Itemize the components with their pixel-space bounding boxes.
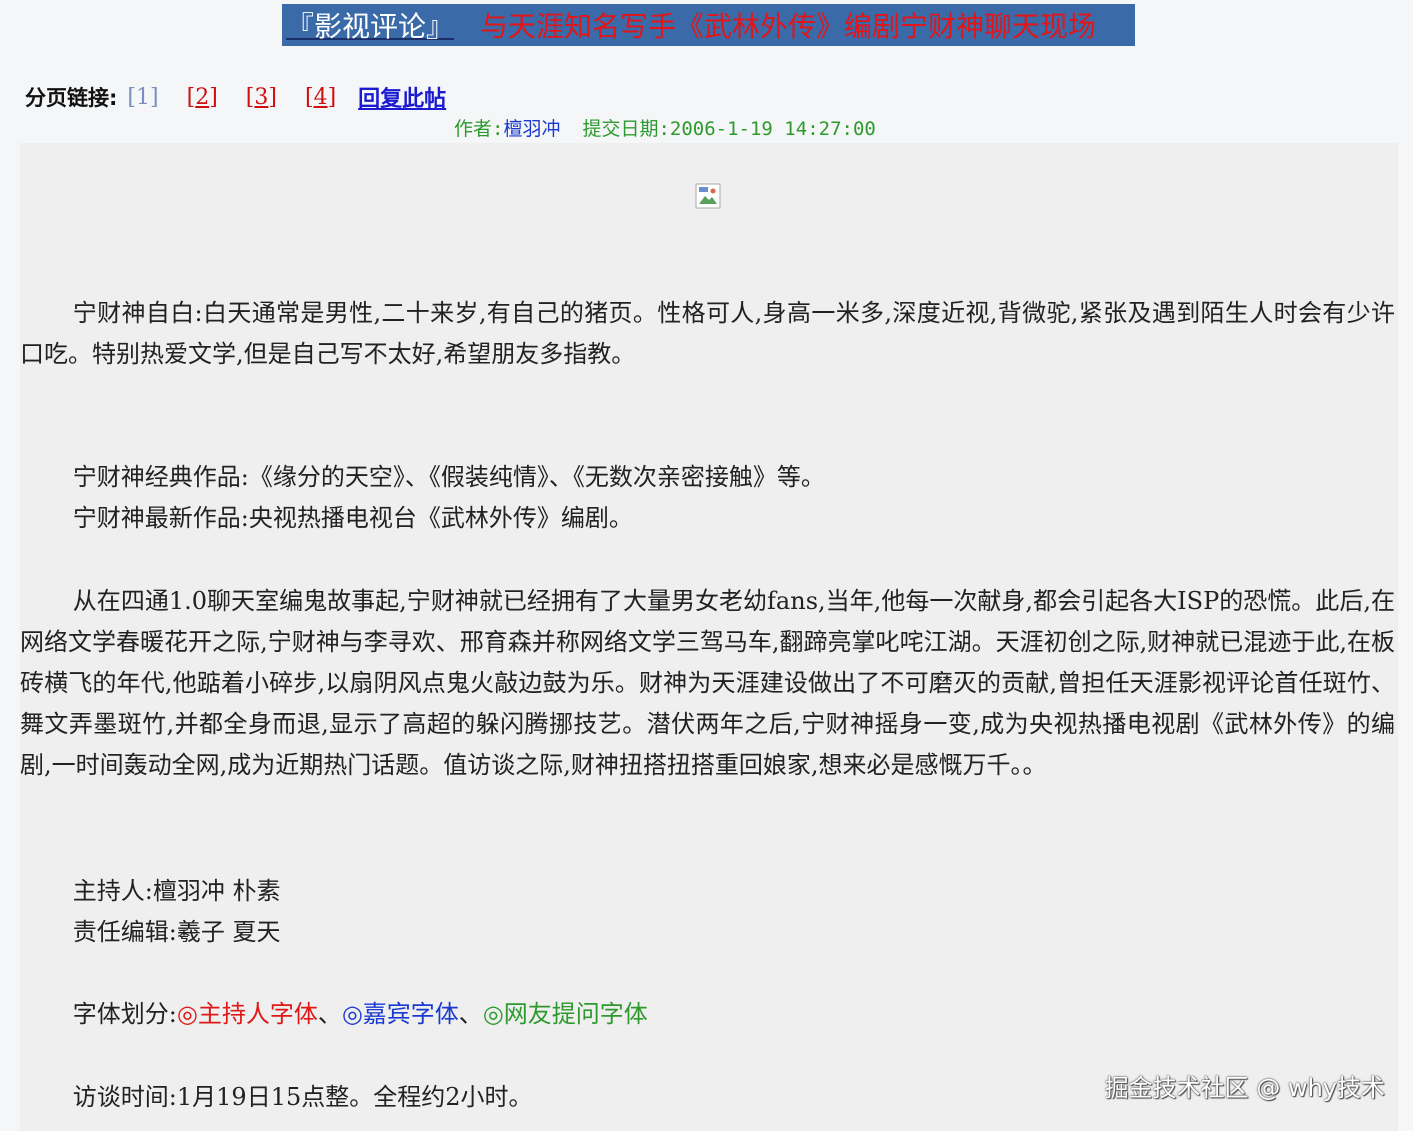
font-legend: 字体划分:◎主持人字体、◎嘉宾字体、◎网友提问字体 [72,1000,648,1028]
font-legend-label: 字体划分: [72,1000,177,1028]
author-label: 作者: [454,118,504,140]
intro-paragraph: 宁财神自白:白天通常是男性,二十来岁,有自己的猪页。性格可人,身高一米多,深度近… [20,299,1395,368]
host-line: 主持人:檀羽冲 朴素 [72,877,281,905]
post-content: 宁财神自白:白天通常是男性,二十来岁,有自己的猪页。性格可人,身高一米多,深度近… [20,143,1398,1131]
reply-link[interactable]: 回复此帖 [358,81,446,113]
font-user-label: ◎网友提问字体 [482,1000,648,1028]
watermark: 掘金技术社区 @ why技术 [1104,1074,1385,1102]
post-meta: 作者:檀羽冲 提交日期:2006-1-19 14:27:00 [454,114,876,141]
font-host-label: ◎主持人字体 [176,1000,318,1028]
date-label: 提交日期: [582,118,670,140]
page-link-3[interactable]: [3] [246,85,277,110]
latest-works: 宁财神最新作品:央视热播电视台《武林外传》编剧。 [72,504,633,532]
pagination-label: 分页链接: [25,86,118,110]
post-date: 2006-1-19 14:27:00 [669,118,876,140]
page-link-1[interactable]: [1] [127,85,158,110]
story-paragraph: 从在四通1.0聊天室编鬼故事起,宁财神就已经拥有了大量男女老幼fans,当年,他… [20,587,1395,779]
page-link-2[interactable]: [2] [187,85,218,110]
classic-works: 宁财神经典作品:《缘分的天空》、《假装纯情》、《无数次亲密接触》等。 [72,463,825,491]
editor-line: 责任编辑:羲子 夏天 [72,918,281,946]
pagination: 分页链接: [1] [2] [3] [4] 回复此帖 [25,81,446,113]
title-banner: 『影视评论』 与天涯知名写手《武林外传》编剧宁财神聊天现场 [282,4,1135,46]
post-title: 与天涯知名写手《武林外传》编剧宁财神聊天现场 [480,10,1097,43]
font-guest-label: ◎嘉宾字体 [341,1000,459,1028]
board-link[interactable]: 『影视评论』 [282,5,454,45]
broken-image-icon [695,183,721,209]
page-link-4[interactable]: [4] [305,85,336,110]
author-link[interactable]: 檀羽冲 [503,118,560,140]
page: 『影视评论』 与天涯知名写手《武林外传》编剧宁财神聊天现场 分页链接: [1] … [0,0,1413,1131]
